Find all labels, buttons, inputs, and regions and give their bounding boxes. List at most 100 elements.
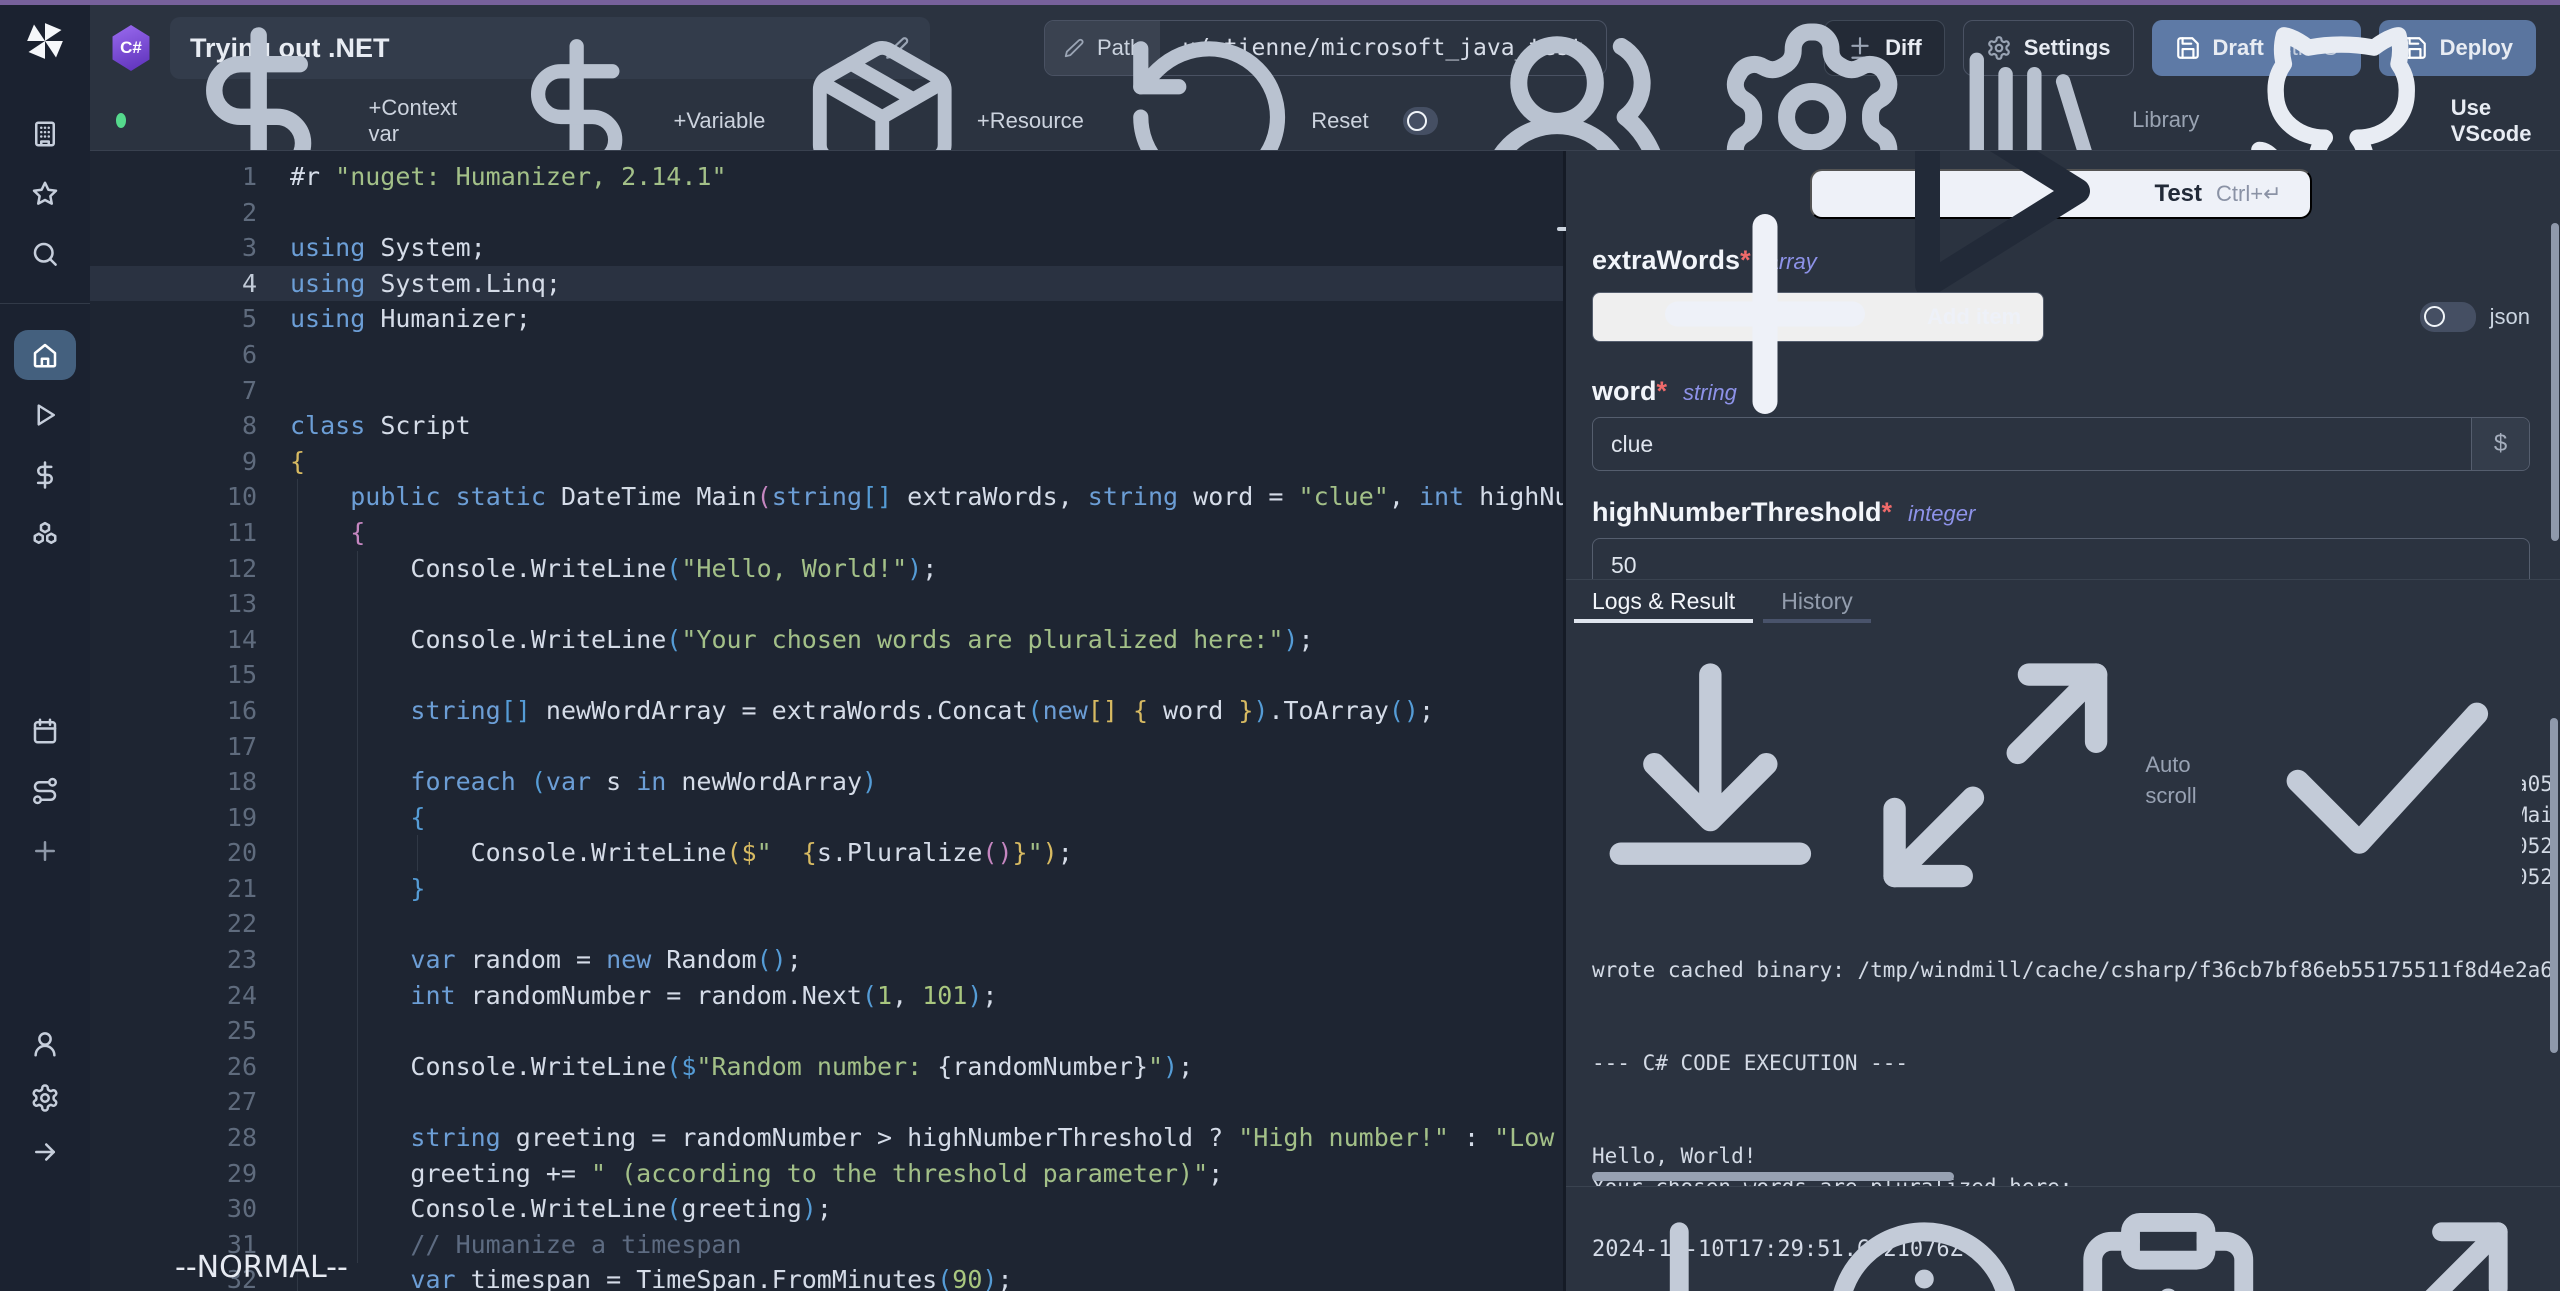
code-line[interactable]: 9{ bbox=[90, 444, 1563, 480]
user-account-icon[interactable] bbox=[30, 1029, 60, 1059]
download-result-icon[interactable] bbox=[1566, 1201, 1793, 1291]
route-icon[interactable] bbox=[30, 776, 60, 806]
search-icon[interactable] bbox=[30, 239, 60, 269]
code-line[interactable]: 28 string greeting = randomNumber > high… bbox=[90, 1120, 1563, 1156]
code-line[interactable]: 16 string[] newWordArray = extraWords.Co… bbox=[90, 693, 1563, 729]
indent-guide bbox=[417, 835, 418, 871]
code-line[interactable]: 11 { bbox=[90, 515, 1563, 551]
line-number: 16 bbox=[90, 693, 257, 729]
code-line[interactable]: 2 bbox=[90, 195, 1563, 231]
indent-guide bbox=[297, 479, 298, 1291]
code-line[interactable]: 5using Humanizer; bbox=[90, 301, 1563, 337]
cubes-icon[interactable] bbox=[30, 520, 60, 550]
logs-panel[interactable]: Auto scroll --- DOTNET BUILD ---Requirem… bbox=[1566, 623, 2560, 1186]
line-number: 32 bbox=[90, 1262, 257, 1291]
code-line[interactable]: 12 Console.WriteLine("Hello, World!"); bbox=[90, 551, 1563, 587]
plus-icon[interactable] bbox=[30, 836, 60, 866]
code-line[interactable]: 24 int randomNumber = random.Next(1, 101… bbox=[90, 978, 1563, 1014]
calendar-icon[interactable] bbox=[30, 716, 60, 746]
code-line[interactable]: 6 bbox=[90, 337, 1563, 373]
app-window: C# Trying out .NET Path u/etienne/micros… bbox=[0, 0, 2560, 1291]
building-icon[interactable] bbox=[30, 119, 60, 149]
code-line[interactable]: 3using System; bbox=[90, 230, 1563, 266]
tab-history[interactable]: History bbox=[1763, 580, 1871, 623]
highnumberthreshold-input[interactable]: 50 bbox=[1592, 538, 2530, 579]
tab-logs-result[interactable]: Logs & Result bbox=[1574, 580, 1753, 623]
settings-icon[interactable] bbox=[30, 1083, 60, 1113]
info-icon[interactable] bbox=[1811, 1201, 2038, 1291]
line-number: 31 bbox=[90, 1227, 257, 1263]
editor-toolbar: +Context var +Variable +Resource Reset bbox=[90, 91, 2560, 150]
line-number: 18 bbox=[90, 764, 257, 800]
line-number: 12 bbox=[90, 551, 257, 587]
line-number: 11 bbox=[90, 515, 257, 551]
download-logs-icon[interactable] bbox=[1576, 641, 1845, 919]
line-number: 29 bbox=[90, 1156, 257, 1192]
insert-variable-button[interactable]: $ bbox=[2471, 418, 2529, 470]
code-line[interactable]: 4using System.Linq; bbox=[90, 266, 1563, 302]
json-toggle[interactable] bbox=[2420, 302, 2476, 332]
windmill-logo-icon[interactable] bbox=[23, 19, 67, 63]
assistant-toggle[interactable] bbox=[1403, 107, 1438, 135]
line-number: 15 bbox=[90, 657, 257, 693]
code-line[interactable]: 19 { bbox=[90, 800, 1563, 836]
result-tabs: Logs & Result History bbox=[1566, 579, 2560, 623]
panel-scrollbar-thumb[interactable] bbox=[2551, 223, 2559, 541]
line-number: 23 bbox=[90, 942, 257, 978]
code-line[interactable]: 21 } bbox=[90, 871, 1563, 907]
csharp-language-badge: C# bbox=[110, 25, 152, 71]
sidebar-item-home[interactable] bbox=[14, 330, 76, 380]
logs-vscrollbar-thumb[interactable] bbox=[2550, 718, 2558, 1053]
line-number: 22 bbox=[90, 906, 257, 942]
play-icon[interactable] bbox=[30, 400, 60, 430]
code-line[interactable]: 31 // Humanize a timespan bbox=[90, 1227, 1563, 1263]
expand-logs-icon[interactable] bbox=[1861, 641, 2130, 919]
test-args-form: Test Ctrl+↵ extraWords* array Add item bbox=[1566, 151, 2560, 579]
home-icon bbox=[30, 340, 60, 370]
code-line[interactable]: 15 bbox=[90, 657, 1563, 693]
star-icon[interactable] bbox=[30, 179, 60, 209]
log-line bbox=[1592, 1079, 2550, 1110]
code-line[interactable]: 26 Console.WriteLine($"Random number: {r… bbox=[90, 1049, 1563, 1085]
code-line[interactable]: 23 var random = new Random(); bbox=[90, 942, 1563, 978]
line-number: 21 bbox=[90, 871, 257, 907]
indent-guide bbox=[357, 551, 358, 1263]
log-line bbox=[1592, 924, 2550, 955]
code-line[interactable]: 30 Console.WriteLine(greeting); bbox=[90, 1191, 1563, 1227]
code-line[interactable]: 14 Console.WriteLine("Your chosen words … bbox=[90, 622, 1563, 658]
code-line[interactable]: 20 Console.WriteLine($" {s.Pluralize()}"… bbox=[90, 835, 1563, 871]
code-line[interactable]: 29 greeting += " (according to the thres… bbox=[90, 1156, 1563, 1192]
log-line bbox=[1592, 1110, 2550, 1141]
code-line[interactable]: 1#r "nuget: Humanizer, 2.14.1" bbox=[90, 159, 1563, 195]
code-line[interactable]: 18 foreach (var s in newWordArray) bbox=[90, 764, 1563, 800]
code-line[interactable]: 13 bbox=[90, 586, 1563, 622]
copy-result-button[interactable]: Copy bbox=[1622, 1283, 1987, 1291]
expand-sidebar-icon[interactable] bbox=[30, 1137, 60, 1167]
code-line[interactable]: 32 var timespan = TimeSpan.FromMinutes(9… bbox=[90, 1262, 1563, 1291]
dollar-icon[interactable] bbox=[30, 460, 60, 490]
code-editor[interactable]: 1#r "nuget: Humanizer, 2.14.1"23using Sy… bbox=[90, 151, 1563, 1291]
code-line[interactable]: 8class Script bbox=[90, 408, 1563, 444]
line-number: 20 bbox=[90, 835, 257, 871]
code-line[interactable]: 17 bbox=[90, 729, 1563, 765]
code-line[interactable]: 25 bbox=[90, 1013, 1563, 1049]
code-line[interactable]: 27 bbox=[90, 1084, 1563, 1120]
line-number: 6 bbox=[90, 337, 257, 373]
code-line[interactable]: 10 public static DateTime Main(string[] … bbox=[90, 479, 1563, 515]
line-number: 27 bbox=[90, 1084, 257, 1120]
log-line: Hello, World! bbox=[1592, 1141, 2550, 1172]
logs-hscrollbar-thumb[interactable] bbox=[1592, 1172, 1954, 1181]
sidebar bbox=[0, 5, 90, 1291]
code-line[interactable]: 22 bbox=[90, 906, 1563, 942]
sidebar-lower-group bbox=[30, 716, 60, 896]
expand-result-icon[interactable] bbox=[2300, 1201, 2527, 1291]
code-line[interactable]: 7 bbox=[90, 373, 1563, 409]
log-line: --- C# CODE EXECUTION --- bbox=[1592, 1048, 2550, 1079]
copy-json-icon[interactable] bbox=[2055, 1201, 2282, 1291]
add-item-button[interactable]: Add item bbox=[1592, 292, 2044, 342]
line-number: 7 bbox=[90, 373, 257, 409]
sidebar-top-group bbox=[30, 119, 60, 299]
word-input[interactable]: clue $ bbox=[1592, 417, 2530, 471]
autoscroll-check-icon[interactable] bbox=[2253, 641, 2522, 919]
line-number: 9 bbox=[90, 444, 257, 480]
